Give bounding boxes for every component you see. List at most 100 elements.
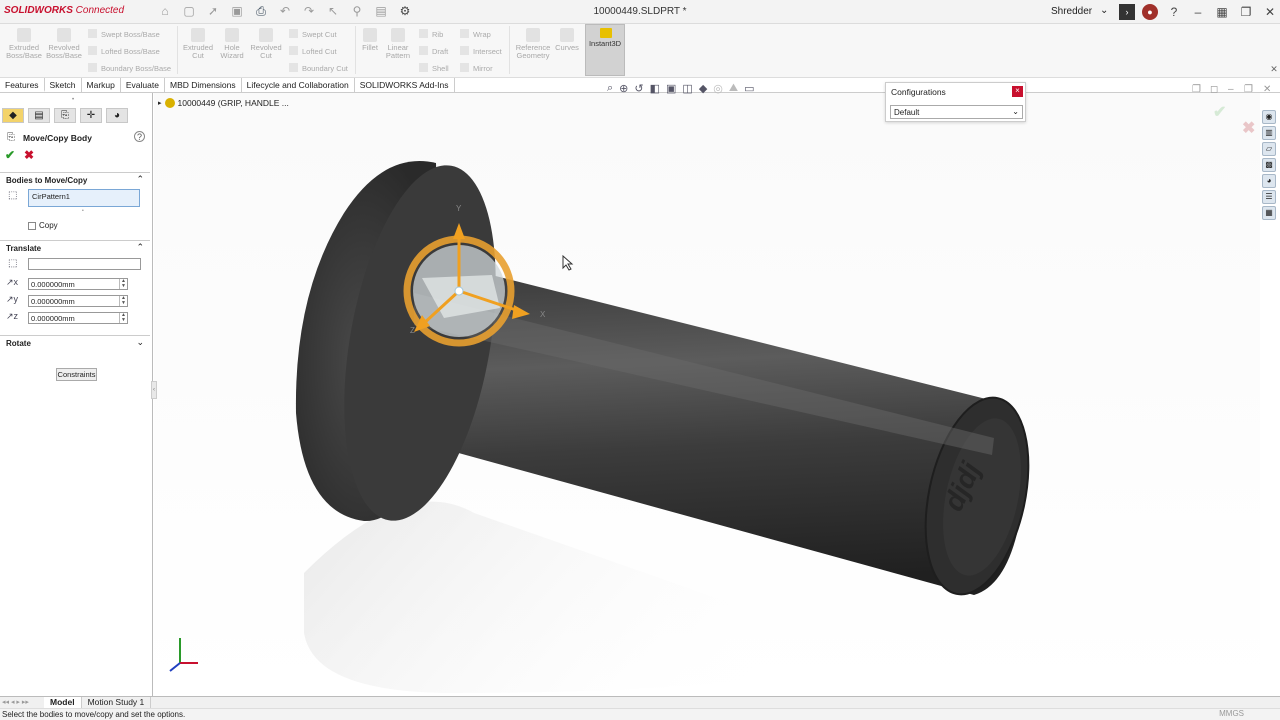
previous-view-icon[interactable]: ↺ xyxy=(634,82,643,95)
chevron-down-icon: ⌄ xyxy=(136,337,144,347)
tile-icon[interactable]: ▦ xyxy=(1214,4,1230,20)
unit-system[interactable]: MMGS xyxy=(1219,709,1244,718)
copy-option[interactable]: Copy xyxy=(28,221,58,230)
viewport-restore-icon[interactable]: ❐ xyxy=(1192,84,1201,95)
close-icon[interactable]: ✕ xyxy=(1266,61,1280,77)
tab-lifecycle[interactable]: Lifecycle and Collaboration xyxy=(242,78,355,92)
command-search-icon[interactable]: › xyxy=(1119,4,1135,20)
bodies-selection-box[interactable]: CirPattern1 xyxy=(28,189,140,207)
viewport-tile-icon[interactable]: ◻ xyxy=(1210,84,1218,95)
tab-addins[interactable]: SOLIDWORKS Add-Ins xyxy=(355,78,455,92)
splitter-handle-icon[interactable]: • xyxy=(72,97,74,103)
delta-z-field[interactable]: 0.000000mm ▲ ▼ xyxy=(28,312,128,324)
tab-motion-study[interactable]: Motion Study 1 xyxy=(82,697,152,708)
revolved-boss-button[interactable]: Revolved Boss/Base xyxy=(44,28,84,60)
spinner-icon[interactable]: ▲ ▼ xyxy=(119,296,127,306)
feature-manager-tab-icon[interactable]: ◆ xyxy=(2,108,24,123)
translate-section-header[interactable]: Translate ⌃ xyxy=(0,240,150,254)
lofted-cut-button[interactable]: Lofted Cut xyxy=(289,46,337,56)
lofted-boss-button[interactable]: Lofted Boss/Base xyxy=(88,46,160,56)
file-explorer-icon[interactable]: ▱ xyxy=(1262,142,1276,156)
solid-body-icon: ⬚ xyxy=(8,190,18,201)
tab-features[interactable]: Features xyxy=(0,78,45,92)
section-view-icon[interactable]: ◧ xyxy=(650,82,660,95)
fillet-button[interactable]: Fillet xyxy=(358,28,382,52)
draft-button[interactable]: Draft xyxy=(419,46,448,56)
boundary-boss-button[interactable]: Boundary Boss/Base xyxy=(88,63,171,73)
close-icon[interactable]: × xyxy=(1012,86,1023,97)
constraints-button[interactable]: Constraints xyxy=(56,368,97,381)
restore-icon[interactable]: ❐ xyxy=(1238,4,1254,20)
chevron-down-icon[interactable]: ⌄ xyxy=(1100,5,1108,16)
help-icon[interactable]: ? xyxy=(1166,4,1182,20)
tab-markup[interactable]: Markup xyxy=(82,78,121,92)
confirm-corner-cancel-icon[interactable]: ✖ xyxy=(1242,118,1255,138)
intersect-button[interactable]: Intersect xyxy=(460,46,502,56)
user-name[interactable]: Shredder xyxy=(1051,6,1092,17)
translate-reference-field[interactable] xyxy=(28,258,141,270)
instant3d-button[interactable]: Instant3D xyxy=(585,24,625,76)
avatar[interactable]: ● xyxy=(1142,4,1158,20)
feature-tree-root[interactable]: ▸ 10000449 (GRIP, HANDLE ... xyxy=(158,98,289,108)
scene-icon[interactable]: ⛰ xyxy=(729,82,738,95)
swept-boss-button[interactable]: Swept Boss/Base xyxy=(88,29,160,39)
configuration-manager-tab-icon[interactable]: ⎘ xyxy=(54,108,76,123)
hole-wizard-button[interactable]: Hole Wizard xyxy=(216,28,248,60)
reference-geometry-button[interactable]: Reference Geometry xyxy=(513,28,553,60)
viewport-max-icon[interactable]: ❐ xyxy=(1244,84,1253,95)
curves-button[interactable]: Curves xyxy=(553,28,581,52)
part-model[interactable]: djdj Y X Z xyxy=(154,93,1260,696)
display-manager-tab-icon[interactable]: ◕ xyxy=(106,108,128,123)
pane-collapse-icon[interactable]: ‹ xyxy=(151,381,157,399)
viewport-minimize-icon[interactable]: – xyxy=(1228,84,1234,95)
help-icon[interactable]: ? xyxy=(134,131,145,142)
custom-properties-icon[interactable]: ☰ xyxy=(1262,190,1276,204)
view-palette-icon[interactable]: ▩ xyxy=(1262,158,1276,172)
tab-sketch[interactable]: Sketch xyxy=(45,78,82,92)
boundary-cut-button[interactable]: Boundary Cut xyxy=(289,63,348,73)
appearance-icon[interactable]: ◎ xyxy=(713,82,723,95)
extruded-cut-button[interactable]: Extruded Cut xyxy=(180,28,216,60)
chevron-right-icon[interactable]: ▸ xyxy=(158,99,162,107)
graphics-area[interactable]: djdj Y X Z xyxy=(154,93,1260,696)
view-orientation-icon[interactable]: ▣ xyxy=(666,82,676,95)
rotate-section-header[interactable]: Rotate ⌄ xyxy=(0,335,150,349)
configuration-select[interactable]: Default ⌄ xyxy=(890,105,1023,119)
copy-checkbox[interactable] xyxy=(28,221,36,230)
minimize-icon[interactable]: – xyxy=(1190,4,1206,20)
shell-button[interactable]: Shell xyxy=(419,63,449,73)
rib-button[interactable]: Rib xyxy=(419,29,443,39)
extruded-boss-button[interactable]: Extruded Boss/Base xyxy=(4,28,44,60)
revolved-cut-button[interactable]: Revolved Cut xyxy=(248,28,284,60)
wrap-button[interactable]: Wrap xyxy=(460,29,491,39)
mirror-button[interactable]: Mirror xyxy=(460,63,493,73)
cancel-button[interactable]: ✖ xyxy=(24,148,34,162)
linear-pattern-button[interactable]: Linear Pattern xyxy=(382,28,414,60)
bodies-section-header[interactable]: Bodies to Move/Copy ⌃ xyxy=(0,172,150,186)
ok-button[interactable]: ✔ xyxy=(5,148,15,162)
spinner-icon[interactable]: ▲ ▼ xyxy=(119,313,127,323)
delta-y-field[interactable]: 0.000000mm ▲ ▼ xyxy=(28,295,128,307)
zoom-to-fit-icon[interactable]: ⌕ xyxy=(607,82,613,95)
hide-show-icon[interactable]: ◆ xyxy=(699,82,707,95)
appearances-icon[interactable]: ◕ xyxy=(1262,174,1276,188)
property-manager-tab-icon[interactable]: ▤ xyxy=(28,108,50,123)
dimxpert-tab-icon[interactable]: ✛ xyxy=(80,108,102,123)
solidworks-resources-icon[interactable]: ◉ xyxy=(1262,110,1276,124)
view-settings-icon[interactable]: ▭ xyxy=(744,82,754,95)
tab-evaluate[interactable]: Evaluate xyxy=(121,78,165,92)
zoom-area-icon[interactable]: ⊕ xyxy=(619,82,628,95)
tab-scroll-arrows-icon[interactable]: ◂◂ ◂ ▸ ▸▸ xyxy=(0,697,44,708)
confirm-corner-ok-icon[interactable]: ✔ xyxy=(1213,102,1226,122)
design-library-icon[interactable]: ▥ xyxy=(1262,126,1276,140)
resize-handle-icon[interactable]: • xyxy=(82,208,84,214)
spinner-icon[interactable]: ▲ ▼ xyxy=(119,279,127,289)
tab-mbd-dimensions[interactable]: MBD Dimensions xyxy=(165,78,242,92)
close-icon[interactable]: ✕ xyxy=(1262,4,1278,20)
delta-x-field[interactable]: 0.000000mm ▲ ▼ xyxy=(28,278,128,290)
forum-icon[interactable]: ▦ xyxy=(1262,206,1276,220)
viewport-close-icon[interactable]: ✕ xyxy=(1263,84,1271,95)
tab-model[interactable]: Model xyxy=(44,697,82,708)
swept-cut-button[interactable]: Swept Cut xyxy=(289,29,337,39)
display-style-icon[interactable]: ◫ xyxy=(682,82,692,95)
